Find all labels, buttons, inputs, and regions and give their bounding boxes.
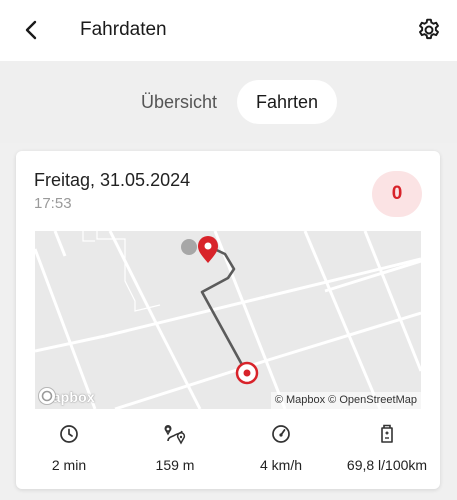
map-canvas [35,231,421,409]
start-marker-icon [235,361,259,385]
back-button[interactable] [18,17,44,43]
page-title: Fahrdaten [80,19,167,40]
trip-map[interactable]: mapbox © Mapbox © OpenStreetMap [35,231,421,409]
tab-uebersicht[interactable]: Übersicht [130,80,228,124]
stat-consumption: 69,8 l/100km [334,421,440,473]
tab-bar: Übersicht Fahrten [0,61,457,143]
chevron-left-icon [25,20,37,40]
stat-duration-value: 2 min [51,457,87,473]
route-icon [164,425,186,445]
map-attribution[interactable]: © Mapbox © OpenStreetMap [270,392,421,409]
stat-speed: 4 km/h [228,421,334,473]
settings-button[interactable] [415,16,443,44]
mapbox-logo-icon [38,387,56,405]
app-bar: Fahrdaten [0,0,457,61]
mapbox-logo[interactable]: mapbox [37,386,95,408]
trip-stats: 2 min 159 m 4 km/h 69,8 l/100km [16,421,440,481]
stat-duration: 2 min [16,421,122,473]
gear-icon [419,18,439,40]
stat-distance: 159 m [122,421,228,473]
trip-card[interactable]: Freitag, 31.05.2024 17:53 0 mapbox © Map… [16,151,440,489]
gray-location-dot [181,239,197,255]
tab-fahrten[interactable]: Fahrten [237,80,337,124]
trip-time: 17:53 [34,195,72,212]
speedometer-icon [272,425,290,443]
stat-distance-value: 159 m [155,457,195,473]
clock-icon [60,425,78,443]
score-badge: 0 [372,171,422,217]
trip-date: Freitag, 31.05.2024 [34,170,191,190]
stat-speed-value: 4 km/h [259,457,302,473]
stat-consumption-value: 69,8 l/100km [346,457,428,473]
fuel-pump-icon [381,424,393,443]
